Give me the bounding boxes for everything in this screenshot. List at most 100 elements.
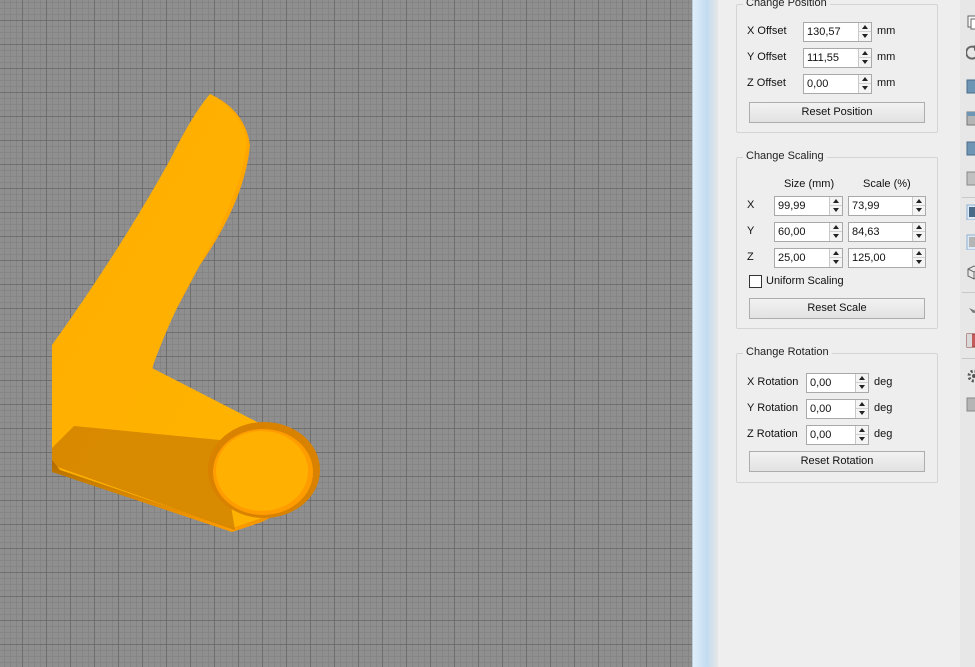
spin-up-icon[interactable] [856,400,868,409]
spin-down-icon[interactable] [856,409,868,418]
spin-down-icon[interactable] [856,435,868,444]
spin-down-icon[interactable] [913,206,925,215]
spin-down-icon[interactable] [913,258,925,267]
spin-down-icon[interactable] [859,32,871,41]
x-rotation-value: 0,00 [810,377,832,389]
scale-x-spin-buttons [912,197,925,215]
x-rotation-spinbox[interactable]: 0,00 [806,373,869,393]
size-x-value: 99,99 [778,200,806,212]
spin-up-icon[interactable] [859,49,871,58]
spin-down-icon[interactable] [830,232,842,241]
pointer-icon[interactable] [966,304,975,320]
scale-column-header: Scale (%) [863,178,911,190]
scale-y-value: 84,63 [852,226,880,238]
size-z-value: 25,00 [778,252,806,264]
scale-row-x: X 99,99 73,99 [737,196,937,216]
z-offset-spin-buttons [858,75,871,93]
position-title: Change Position [743,0,830,9]
spin-down-icon[interactable] [856,383,868,392]
scale-z-value: 125,00 [852,252,886,264]
size-column-header: Size (mm) [784,178,835,190]
view-top-icon[interactable] [966,110,975,126]
model-cylinder-face [216,431,308,511]
z-offset-spinbox[interactable]: 0,00 [803,74,872,94]
spin-up-icon[interactable] [856,426,868,435]
size-x-spin-buttons [829,197,842,215]
x-offset-row: X Offset 130,57 mm [737,22,937,42]
z-offset-row: Z Offset 0,00 mm [737,74,937,94]
x-offset-spin-buttons [858,23,871,41]
view-perspective-icon[interactable] [966,234,975,250]
x-rotation-unit: deg [874,376,893,388]
scale-row-z: Z 25,00 125,00 [737,248,937,268]
z-rotation-unit: deg [874,428,893,440]
y-offset-spin-buttons [858,49,871,67]
y-offset-spinbox[interactable]: 111,55 [803,48,872,68]
x-rotation-label: X Rotation [747,376,799,388]
viewport-edge [692,0,718,667]
toolbar-separator [962,292,975,293]
z-rotation-spin-buttons [855,426,868,444]
spin-down-icon[interactable] [830,258,842,267]
z-rotation-value: 0,00 [810,429,832,441]
view-front-icon[interactable] [966,78,975,94]
size-y-spinbox[interactable]: 60,00 [774,222,843,242]
size-x-spinbox[interactable]: 99,99 [774,196,843,216]
3d-viewport[interactable] [0,0,692,667]
scale-row-axis: X [747,199,755,211]
view-side-icon[interactable] [966,140,975,156]
view-toolbar [960,0,975,667]
z-rotation-spinbox[interactable]: 0,00 [806,425,869,445]
wireframe-icon[interactable] [966,264,975,280]
object-settings-panel: Change Position X Offset 130,57 mm Y Off… [718,0,960,667]
object-icon[interactable] [966,396,975,412]
scale-row-axis: Z [747,251,754,263]
uniform-scaling-checkbox[interactable] [749,275,762,288]
scale-row-y: Y 60,00 84,63 [737,222,937,242]
spin-down-icon[interactable] [859,84,871,93]
toolbar-separator [962,197,975,198]
rotation-title: Change Rotation [743,346,832,358]
scale-x-value: 73,99 [852,200,880,212]
scale-x-spinbox[interactable]: 73,99 [848,196,926,216]
y-offset-value: 111,55 [807,52,840,64]
spin-up-icon[interactable] [856,374,868,383]
spin-down-icon[interactable] [859,58,871,67]
spin-up-icon[interactable] [913,249,925,258]
spin-up-icon[interactable] [830,197,842,206]
spin-up-icon[interactable] [913,223,925,232]
spin-up-icon[interactable] [913,197,925,206]
scale-z-spin-buttons [912,249,925,267]
y-rotation-label: Y Rotation [747,402,799,414]
x-offset-spinbox[interactable]: 130,57 [803,22,872,42]
spin-up-icon[interactable] [830,223,842,232]
spin-up-icon[interactable] [830,249,842,258]
view-iso-icon[interactable] [966,170,975,186]
view-selected-icon[interactable] [966,204,975,220]
3d-model[interactable] [0,0,692,667]
spin-down-icon[interactable] [830,206,842,215]
spin-up-icon[interactable] [859,23,871,32]
size-z-spinbox[interactable]: 25,00 [774,248,843,268]
reset-rotation-button[interactable]: Reset Rotation [749,451,925,472]
scale-y-spinbox[interactable]: 84,63 [848,222,926,242]
scale-row-axis: Y [747,225,755,237]
copy-icon[interactable] [966,14,975,30]
y-offset-label: Y Offset [747,51,787,63]
x-offset-label: X Offset [747,25,787,37]
size-y-spin-buttons [829,223,842,241]
uniform-scaling-label: Uniform Scaling [766,275,844,287]
scale-z-spinbox[interactable]: 125,00 [848,248,926,268]
spin-up-icon[interactable] [859,75,871,84]
reset-scale-button[interactable]: Reset Scale [749,298,925,319]
settings-icon[interactable] [966,368,975,384]
toolbar-separator [962,358,975,359]
y-rotation-row: Y Rotation 0,00 deg [737,399,937,419]
y-rotation-spinbox[interactable]: 0,00 [806,399,869,419]
cut-icon[interactable] [966,332,975,348]
spin-down-icon[interactable] [913,232,925,241]
x-rotation-row: X Rotation 0,00 deg [737,373,937,393]
z-offset-label: Z Offset [747,77,786,89]
rotate-icon[interactable] [966,44,975,60]
reset-position-button[interactable]: Reset Position [749,102,925,123]
